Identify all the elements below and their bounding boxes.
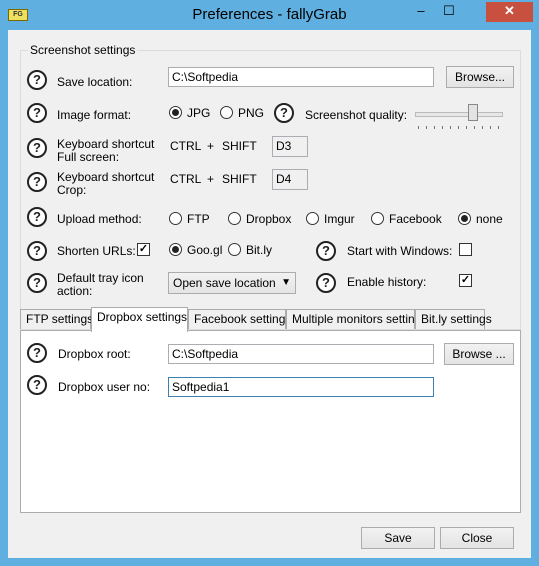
tab-facebook-settings[interactable]: Facebook settings — [188, 309, 291, 329]
kb-full-label-line1: Keyboard shortcut — [57, 137, 155, 151]
tab-bitly-settings[interactable]: Bit.ly settings — [415, 309, 492, 329]
kb-crop-shift: SHIFT — [222, 172, 257, 186]
tray-action-label-line2: action: — [57, 284, 93, 298]
slider-tick — [498, 126, 499, 129]
save-button[interactable]: Save — [361, 527, 435, 549]
tray-action-select[interactable]: Open save location ▼ — [168, 272, 296, 294]
kb-full-key-input[interactable]: D3 — [272, 136, 308, 157]
shortener-googl-label: Goo.gl — [187, 243, 223, 257]
quality-slider-track[interactable] — [415, 112, 503, 117]
tray-action-value: Open save location — [173, 276, 276, 290]
screenshot-quality-label: Screenshot quality: — [305, 108, 408, 122]
chevron-down-icon: ▼ — [281, 277, 291, 288]
help-icon[interactable]: ? — [27, 70, 47, 90]
kb-crop-label-line2: Crop: — [57, 183, 87, 197]
help-icon[interactable]: ? — [274, 103, 294, 123]
shorten-urls-checkbox[interactable]: ✓ — [137, 243, 150, 256]
kb-full-label-line2: Full screen: — [57, 150, 120, 164]
upload-imgur-label: Imgur — [324, 212, 355, 226]
help-icon[interactable]: ? — [316, 241, 336, 261]
upload-dropbox-radio[interactable] — [228, 212, 241, 225]
shortener-bitly-radio[interactable] — [228, 243, 241, 256]
dropbox-root-input[interactable]: C:\Softpedia — [168, 344, 434, 364]
client-area: Screenshot settings ? Save location: C:\… — [8, 30, 531, 558]
upload-imgur-radio[interactable] — [306, 212, 319, 225]
preferences-window: FG Preferences - fallyGrab – ☐ ✕ Screens… — [0, 0, 539, 566]
minimize-button[interactable]: – — [408, 2, 434, 22]
help-icon[interactable]: ? — [27, 375, 47, 395]
image-format-label: Image format: — [57, 108, 132, 122]
screenshot-settings-title: Screenshot settings — [28, 43, 138, 57]
help-icon[interactable]: ? — [27, 273, 47, 293]
upload-dropbox-label: Dropbox — [246, 212, 292, 226]
slider-tick — [482, 126, 483, 129]
kb-crop-plus: + — [207, 172, 215, 186]
help-icon[interactable]: ? — [27, 207, 47, 227]
shortener-bitly-label: Bit.ly — [246, 243, 273, 257]
help-icon[interactable]: ? — [27, 138, 47, 158]
dropbox-user-no-input[interactable]: Softpedia1 — [168, 377, 434, 397]
upload-ftp-label: FTP — [187, 212, 210, 226]
kb-full-plus: + — [207, 139, 215, 153]
slider-tick — [474, 126, 475, 129]
save-location-input[interactable]: C:\Softpedia — [168, 67, 434, 87]
shortener-googl-radio[interactable] — [169, 243, 182, 256]
upload-ftp-radio[interactable] — [169, 212, 182, 225]
kb-crop-label-line1: Keyboard shortcut — [57, 170, 155, 184]
dropbox-root-label: Dropbox root: — [58, 347, 131, 361]
help-icon[interactable]: ? — [27, 241, 47, 261]
slider-tick — [490, 126, 491, 129]
upload-none-radio[interactable] — [458, 212, 471, 225]
enable-history-checkbox[interactable]: ✓ — [459, 274, 472, 287]
help-icon[interactable]: ? — [27, 103, 47, 123]
format-png-radio[interactable] — [220, 106, 233, 119]
format-jpg-label: JPG — [187, 106, 211, 120]
slider-tick — [418, 126, 419, 129]
help-icon[interactable]: ? — [27, 343, 47, 363]
slider-tick — [426, 126, 427, 129]
kb-crop-ctrl: CTRL — [170, 172, 202, 186]
upload-facebook-label: Facebook — [389, 212, 442, 226]
upload-method-label: Upload method: — [57, 212, 142, 226]
close-button[interactable]: Close — [440, 527, 514, 549]
tab-dropbox-settings[interactable]: Dropbox settings — [91, 307, 188, 332]
format-png-label: PNG — [238, 106, 265, 120]
browse-save-location-button[interactable]: Browse... — [446, 66, 514, 88]
title-bar[interactable]: FG Preferences - fallyGrab – ☐ ✕ — [0, 0, 539, 30]
slider-tick — [450, 126, 451, 129]
tray-action-label-line1: Default tray icon — [57, 271, 144, 285]
shorten-urls-label: Shorten URLs: — [57, 244, 136, 258]
tab-ftp-settings[interactable]: FTP settings — [20, 309, 93, 329]
format-jpg-radio[interactable] — [169, 106, 182, 119]
start-with-windows-checkbox[interactable] — [459, 243, 472, 256]
slider-tick — [458, 126, 459, 129]
start-with-windows-label: Start with Windows: — [347, 244, 453, 258]
help-icon[interactable]: ? — [27, 172, 47, 192]
tab-multiple-monitors-settings[interactable]: Multiple monitors settings — [286, 309, 427, 329]
kb-full-ctrl: CTRL — [170, 139, 202, 153]
browse-dropbox-root-button[interactable]: Browse ... — [444, 343, 514, 365]
quality-slider-thumb[interactable] — [468, 104, 479, 121]
close-window-button[interactable]: ✕ — [486, 2, 533, 22]
help-icon[interactable]: ? — [316, 273, 336, 293]
save-location-label: Save location: — [57, 75, 133, 89]
upload-facebook-radio[interactable] — [371, 212, 384, 225]
settings-tabs: FTP settings Dropbox settings Facebook s… — [20, 307, 521, 332]
enable-history-label: Enable history: — [347, 275, 427, 289]
dropbox-user-no-label: Dropbox user no: — [58, 380, 151, 394]
kb-crop-key-input[interactable]: D4 — [272, 169, 308, 190]
kb-full-shift: SHIFT — [222, 139, 257, 153]
maximize-button[interactable]: ☐ — [436, 2, 462, 22]
slider-tick — [466, 126, 467, 129]
slider-tick — [442, 126, 443, 129]
upload-none-label: none — [476, 212, 503, 226]
slider-tick — [434, 126, 435, 129]
